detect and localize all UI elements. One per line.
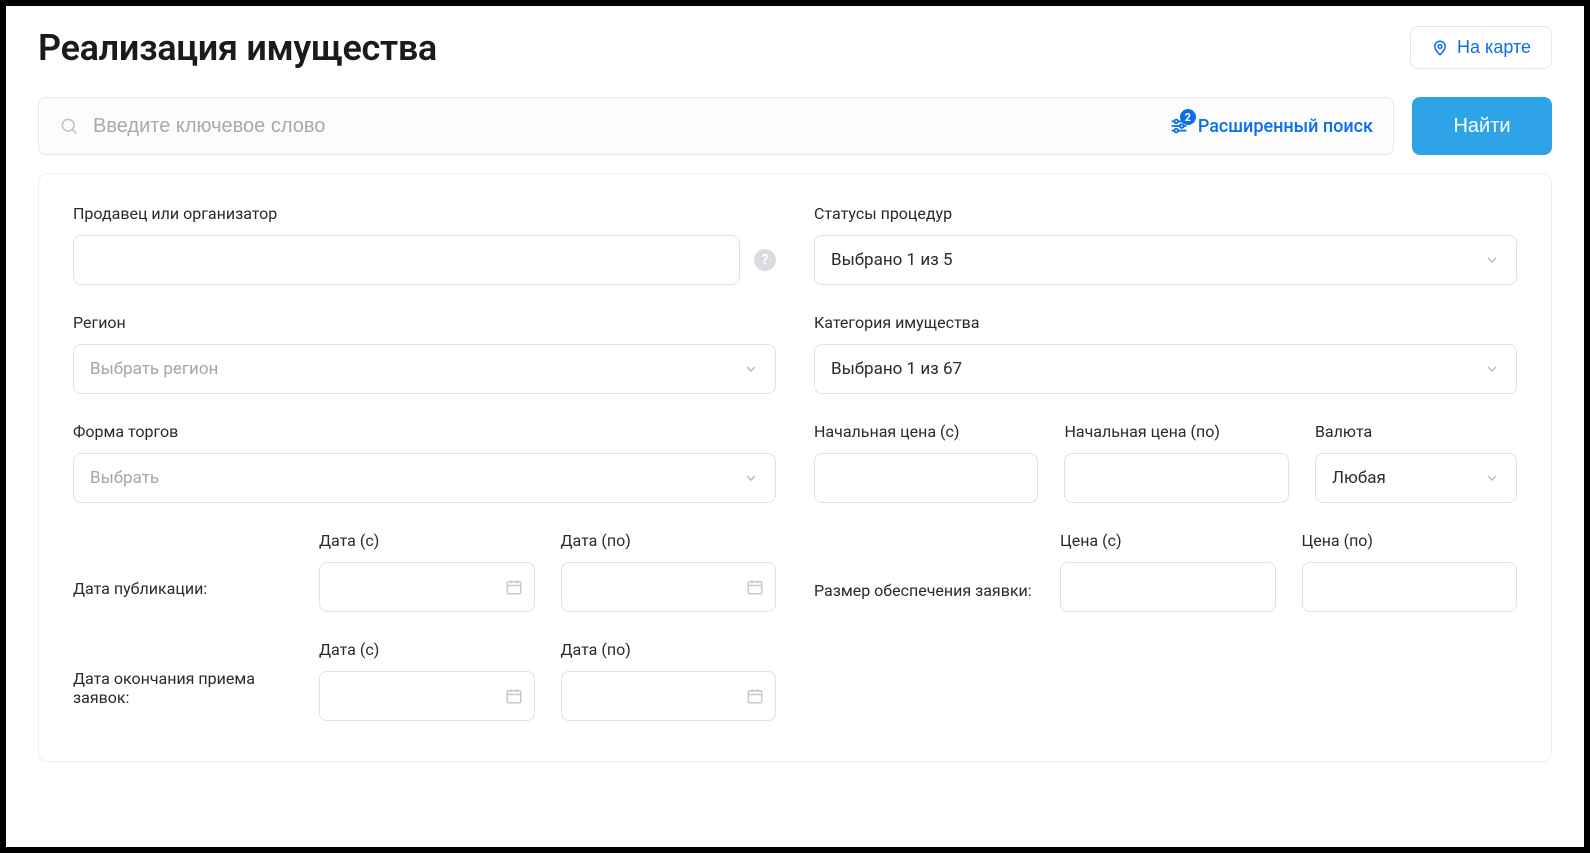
deposit-from-label: Цена (с) — [1060, 531, 1276, 550]
seller-field: Продавец или организатор ? — [73, 204, 776, 285]
deposit-from-input[interactable] — [1060, 562, 1276, 612]
deposit-from-field: Цена (с) — [1060, 531, 1276, 612]
chevron-down-icon — [1484, 252, 1500, 268]
deposit-group: Размер обеспечения заявки: Цена (с) Цена… — [814, 531, 1517, 612]
end-date-from-input[interactable] — [319, 671, 535, 721]
publication-date-row-label: Дата публикации: — [73, 579, 293, 612]
status-value: Выбрано 1 из 5 — [831, 250, 953, 270]
deposit-to-field: Цена (по) — [1302, 531, 1518, 612]
pub-date-from-input[interactable] — [319, 562, 535, 612]
end-date-to-field: Дата (по) — [561, 640, 777, 721]
pub-date-from-field: Дата (с) — [319, 531, 535, 612]
advanced-search-badge: 2 — [1180, 109, 1196, 125]
end-date-from-label: Дата (с) — [319, 640, 535, 659]
seller-label: Продавец или организатор — [73, 204, 776, 223]
help-icon[interactable]: ? — [754, 249, 776, 271]
search-box[interactable]: 2 Расширенный поиск — [38, 97, 1394, 155]
category-label: Категория имущества — [814, 313, 1517, 332]
deposit-row-label: Размер обеспечения заявки: — [814, 580, 1034, 612]
status-label: Статусы процедур — [814, 204, 1517, 223]
category-select[interactable]: Выбрано 1 из 67 — [814, 344, 1517, 394]
chevron-down-icon — [743, 470, 759, 486]
status-select[interactable]: Выбрано 1 из 5 — [814, 235, 1517, 285]
deposit-to-label: Цена (по) — [1302, 531, 1518, 550]
pub-date-to-input[interactable] — [561, 562, 777, 612]
map-pin-icon — [1431, 39, 1449, 57]
end-date-row-label: Дата окончания приема заявок: — [73, 669, 293, 721]
empty-cell — [814, 640, 1517, 721]
region-placeholder: Выбрать регион — [90, 359, 218, 379]
end-date-from-field: Дата (с) — [319, 640, 535, 721]
seller-input[interactable] — [73, 235, 740, 285]
currency-field: Валюта Любая — [1315, 422, 1517, 503]
currency-value: Любая — [1332, 468, 1386, 488]
deposit-to-input[interactable] — [1302, 562, 1518, 612]
region-field: Регион Выбрать регион — [73, 313, 776, 394]
currency-select[interactable]: Любая — [1315, 453, 1517, 503]
region-label: Регион — [73, 313, 776, 332]
end-date-to-input[interactable] — [561, 671, 777, 721]
filters-panel: Продавец или организатор ? Статусы проце… — [38, 173, 1552, 762]
page-title: Реализация имущества — [38, 27, 437, 69]
end-date-to-label: Дата (по) — [561, 640, 777, 659]
search-icon — [59, 116, 79, 136]
pub-date-to-label: Дата (по) — [561, 531, 777, 550]
chevron-down-icon — [1484, 470, 1500, 486]
price-from-field: Начальная цена (с) — [814, 422, 1038, 503]
price-from-label: Начальная цена (с) — [814, 422, 1038, 441]
trade-form-field: Форма торгов Выбрать — [73, 422, 776, 503]
advanced-search-label: Расширенный поиск — [1198, 116, 1373, 137]
pub-date-to-field: Дата (по) — [561, 531, 777, 612]
category-field: Категория имущества Выбрано 1 из 67 — [814, 313, 1517, 394]
trade-form-label: Форма торгов — [73, 422, 776, 441]
publication-date-group: Дата публикации: Дата (с) Дата (по) — [73, 531, 776, 612]
end-date-group: Дата окончания приема заявок: Дата (с) Д… — [73, 640, 776, 721]
price-currency-group: Начальная цена (с) Начальная цена (по) В… — [814, 422, 1517, 503]
chevron-down-icon — [1484, 361, 1500, 377]
search-input[interactable] — [93, 115, 1168, 138]
price-to-field: Начальная цена (по) — [1064, 422, 1288, 503]
pub-date-from-label: Дата (с) — [319, 531, 535, 550]
chevron-down-icon — [743, 361, 759, 377]
price-from-input[interactable] — [814, 453, 1038, 503]
price-to-label: Начальная цена (по) — [1064, 422, 1288, 441]
status-field: Статусы процедур Выбрано 1 из 5 — [814, 204, 1517, 285]
price-to-input[interactable] — [1064, 453, 1288, 503]
region-select[interactable]: Выбрать регион — [73, 344, 776, 394]
find-button[interactable]: Найти — [1412, 97, 1552, 155]
trade-form-select[interactable]: Выбрать — [73, 453, 776, 503]
currency-label: Валюта — [1315, 422, 1517, 441]
advanced-search-toggle[interactable]: 2 Расширенный поиск — [1168, 115, 1373, 137]
trade-form-placeholder: Выбрать — [90, 468, 159, 488]
map-button[interactable]: На карте — [1410, 26, 1552, 69]
category-value: Выбрано 1 из 67 — [831, 359, 962, 379]
map-button-label: На карте — [1457, 37, 1531, 58]
